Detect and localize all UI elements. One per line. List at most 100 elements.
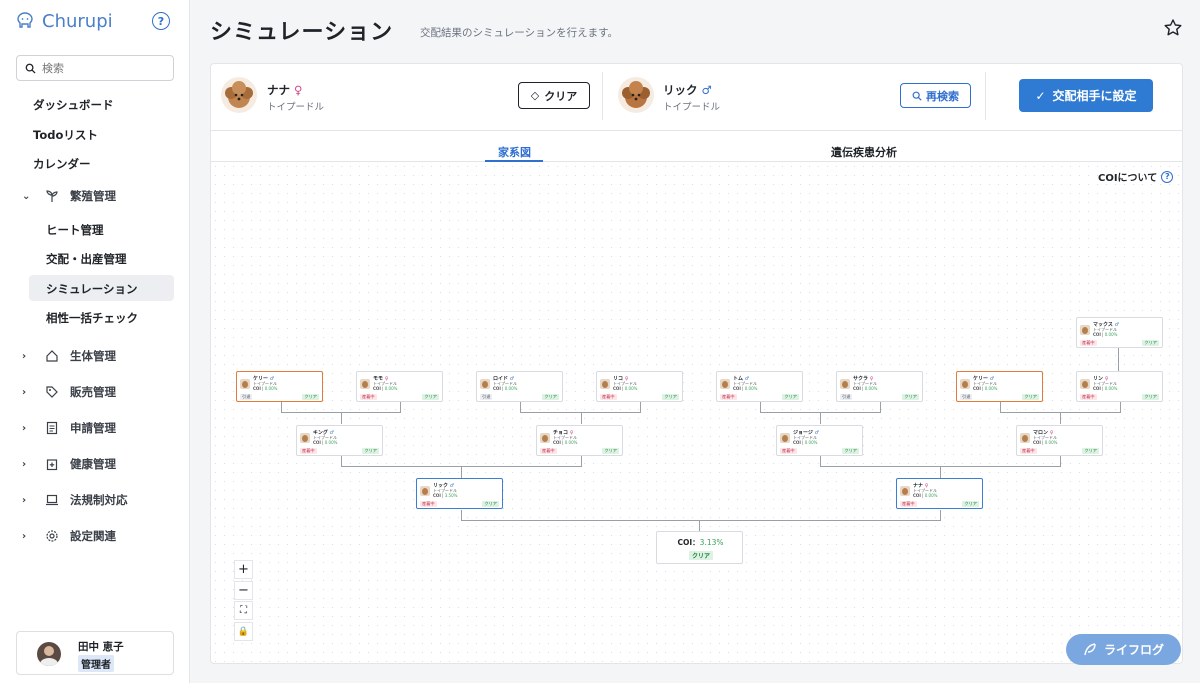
tree-line (341, 456, 342, 466)
clear-button-label: クリア (544, 89, 578, 103)
tab-disease[interactable]: 遺伝疾患分析 (831, 144, 897, 160)
tree-line (341, 412, 342, 424)
search-input[interactable] (42, 61, 152, 75)
female-symbol-icon: ♀ (294, 83, 303, 97)
zoom-in-button[interactable]: + (234, 560, 253, 579)
zoom-out-button[interactable]: − (234, 581, 253, 600)
dog-thumbnail (1080, 379, 1090, 389)
pedigree-node[interactable]: チョコ ♀ トイプードル COI | 0.00% 産着中 クリア (536, 425, 623, 456)
pedigree-node[interactable]: リン ♀ トイプードル COI | 0.00% 産着中 クリア (1076, 371, 1163, 402)
research-button[interactable]: 再検索 (900, 83, 971, 108)
nav-group-regulation[interactable]: › 法規制対応 (22, 492, 128, 508)
nav-group-health[interactable]: › 健康管理 (22, 456, 116, 472)
node-coi: COI | 0.00% (313, 440, 338, 445)
nav-dashboard[interactable]: ダッシュボード (33, 97, 114, 113)
node-status-badge: 産着中 (780, 448, 797, 454)
chevron-right-icon: › (22, 422, 27, 434)
pedigree-node[interactable]: ロイド ♂ トイプードル COI | 0.00% 引退 クリア (476, 371, 563, 402)
node-clear-badge: クリア (1142, 340, 1159, 346)
node-coi: COI | 3.50% (433, 493, 458, 498)
coi-about-label: COIについて (1098, 173, 1158, 184)
tree-line (520, 402, 521, 412)
node-coi: COI | 0.00% (493, 386, 518, 391)
user-role-badge: 管理者 (78, 655, 114, 672)
page-title: シミュレーション (210, 20, 394, 45)
node-clear-badge: クリア (422, 394, 439, 400)
pedigree-node[interactable]: リック ♂ トイプードル COI | 3.50% 産着中 クリア (416, 478, 503, 509)
clear-button[interactable]: ◇ クリア (518, 82, 590, 109)
node-coi: COI | 0.00% (733, 386, 758, 391)
nav-group-sales[interactable]: › 販売管理 (22, 384, 116, 400)
divider (985, 72, 986, 120)
app-name: Churupi (42, 10, 113, 32)
lifelog-button[interactable]: ライフログ (1066, 634, 1181, 665)
feather-icon (1084, 642, 1096, 655)
pedigree-node[interactable]: サクラ ♀ トイプードル COI | 0.00% 引退 クリア (836, 371, 923, 402)
node-coi: COI | 0.00% (793, 440, 818, 445)
node-status-badge: 産着中 (540, 448, 557, 454)
nav-simulation[interactable]: シミュレーション (46, 281, 138, 297)
tree-line (461, 510, 462, 520)
node-coi: COI | 0.00% (973, 386, 998, 391)
tree-line (940, 466, 941, 478)
divider (602, 72, 603, 120)
node-coi: COI | 0.00% (853, 386, 878, 391)
document-icon (44, 420, 60, 436)
tree-line (1000, 402, 1001, 412)
node-status-badge: 産着中 (900, 501, 917, 507)
dog-thumbnail (1080, 325, 1090, 335)
nav-group-applications[interactable]: › 申請管理 (22, 420, 116, 436)
pedigree-node[interactable]: マックス ♂ トイプードル COI | 0.00% 産着中 クリア (1076, 317, 1163, 348)
dog-thumbnail (240, 379, 250, 389)
pedigree-node[interactable]: モモ ♀ トイプードル COI | 0.00% 産着中 クリア (356, 371, 443, 402)
pedigree-node[interactable]: ケリー ♂ トイプードル COI | 0.00% 引退 クリア (236, 371, 323, 402)
logo-icon (17, 12, 33, 28)
node-coi: COI | 0.00% (1033, 440, 1058, 445)
pedigree-node[interactable]: トム ♂ トイプードル COI | 0.00% 産着中 クリア (716, 371, 803, 402)
tree-line (1060, 412, 1061, 424)
nav-group-settings[interactable]: › 設定関連 (22, 528, 116, 544)
search-box[interactable] (16, 55, 174, 81)
user-card[interactable]: 田中 恵子 管理者 (16, 631, 174, 675)
nav-calendar[interactable]: カレンダー (33, 156, 91, 172)
pedigree-node[interactable]: ジョージ ♂ トイプードル COI | 0.00% 産着中 クリア (776, 425, 863, 456)
dog-thumbnail (420, 486, 430, 496)
node-status-badge: 産着中 (1080, 340, 1097, 346)
female-breed: トイプードル (267, 102, 325, 113)
nav-group-label: 販売管理 (70, 385, 116, 399)
nav-breeding-label: 繁殖管理 (70, 189, 116, 203)
node-clear-badge: クリア (782, 394, 799, 400)
pedigree-node[interactable]: マロン ♀ トイプードル COI | 0.00% 産着中 クリア (1016, 425, 1103, 456)
nav-group-label: 申請管理 (70, 421, 116, 435)
pedigree-node[interactable]: ケリー ♂ トイプードル COI | 0.00% 引退 クリア (956, 371, 1043, 402)
dog-thumbnail (900, 486, 910, 496)
fit-view-button[interactable]: ⛶ (234, 601, 253, 620)
nav-compat[interactable]: 相性一括チェック (46, 310, 138, 326)
coi-about-link[interactable]: COIについて ? (1098, 169, 1174, 184)
dog-thumbnail (720, 379, 730, 389)
pedigree-node[interactable]: リコ ♀ トイプードル COI | 0.00% 産着中 クリア (596, 371, 683, 402)
nav-group-animals[interactable]: › 生体管理 (22, 348, 116, 364)
nav-heat[interactable]: ヒート管理 (46, 222, 104, 238)
divider (211, 130, 1182, 131)
app-logo[interactable]: Churupi (14, 10, 113, 32)
research-button-label: 再検索 (926, 89, 959, 103)
node-status-badge: 引退 (240, 394, 253, 400)
nav-todo[interactable]: Todoリスト (33, 127, 98, 143)
star-icon[interactable] (1163, 18, 1183, 38)
nav-mating[interactable]: 交配・出産管理 (46, 251, 127, 267)
help-icon[interactable]: ? (152, 12, 170, 30)
pedigree-node[interactable]: キング ♂ トイプードル COI | 0.00% 産着中 クリア (296, 425, 383, 456)
node-coi: COI | 0.00% (1093, 386, 1118, 391)
set-partner-button[interactable]: ✓ 交配相手に設定 (1019, 79, 1153, 112)
nav-breeding[interactable]: ⌄ 繁殖管理 (22, 188, 116, 204)
tree-line (461, 466, 462, 478)
lock-button[interactable]: 🔒 (234, 622, 253, 641)
tag-icon (44, 384, 60, 400)
dog-thumbnail (600, 379, 610, 389)
nav-group-label: 法規制対応 (70, 493, 128, 507)
pedigree-node[interactable]: ナナ ♀ トイプードル COI | 0.00% 産着中 クリア (896, 478, 983, 509)
chevron-down-icon: ⌄ (22, 190, 31, 202)
tab-pedigree[interactable]: 家系図 (498, 144, 531, 160)
lifelog-label: ライフログ (1103, 643, 1164, 657)
